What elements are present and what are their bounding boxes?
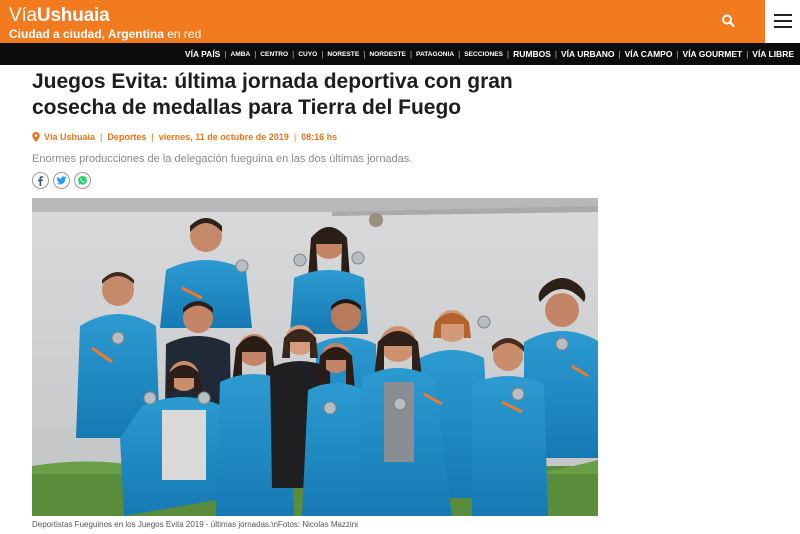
nav-separator: |: [618, 49, 621, 59]
search-button[interactable]: [714, 8, 742, 34]
nav-separator: |: [363, 49, 366, 59]
article-source-link[interactable]: Vía Ushuaia: [44, 132, 95, 142]
nav-separator: |: [224, 49, 227, 59]
nav-item-centro[interactable]: CENTRO: [260, 51, 288, 58]
whatsapp-icon: [78, 175, 87, 185]
site-logo[interactable]: VíaUshuaia Ciudad a ciudad, Argentina en…: [9, 5, 202, 42]
hamburger-menu-icon: [774, 14, 792, 16]
article-time: 08:16 hs: [301, 132, 338, 142]
share-twitter-button[interactable]: [53, 172, 70, 189]
nav-item-v-a-urbano[interactable]: VÍA URBANO: [561, 49, 615, 59]
nav-separator: |: [458, 49, 461, 59]
site-tagline: Ciudad a ciudad, Argentina en red: [9, 27, 202, 41]
nav-item-noreste[interactable]: NORESTE: [327, 51, 359, 58]
facebook-icon: [38, 176, 43, 186]
share-buttons: [32, 172, 91, 189]
nav-separator: |: [507, 49, 510, 59]
main-navigation: VÍA PAÍS | AMBA | CENTRO | CUYO | NORESTE | NORDES…: [0, 43, 800, 65]
menu-button[interactable]: [765, 0, 800, 43]
nav-item-v-a-pa-s[interactable]: VÍA PAÍS: [185, 49, 220, 59]
location-pin-icon: [32, 132, 40, 142]
team-photo-image: [32, 198, 598, 516]
nav-separator: |: [254, 49, 257, 59]
site-header: VíaUshuaia Ciudad a ciudad, Argentina en…: [0, 0, 800, 43]
site-name: VíaUshuaia: [9, 5, 110, 26]
search-icon: [722, 14, 735, 28]
share-facebook-button[interactable]: [32, 172, 49, 189]
nav-separator: |: [554, 49, 557, 59]
nav-item-patagonia[interactable]: PATAGONIA: [416, 51, 454, 58]
nav-item-v-a-gourmet[interactable]: VÍA GOURMET: [683, 49, 743, 59]
article-meta: Vía Ushuaia | Deportes | viernes, 11 de …: [32, 132, 337, 142]
twitter-icon: [56, 176, 67, 185]
nav-item-v-a-libre[interactable]: VÍA LIBRE: [752, 49, 794, 59]
article-date: viernes, 11 de octubre de 2019: [158, 132, 289, 142]
article-section-link[interactable]: Deportes: [107, 132, 146, 142]
nav-list: VÍA PAÍS | AMBA | CENTRO | CUYO | NORESTE | NORDES…: [185, 43, 794, 65]
nav-separator: |: [321, 49, 324, 59]
nav-item-cuyo[interactable]: CUYO: [298, 51, 317, 58]
nav-item-amba[interactable]: AMBA: [230, 51, 250, 58]
photo-caption: Deportistas Fueguinos en los Juegos Evit…: [32, 520, 358, 529]
nav-item-v-a-campo[interactable]: VÍA CAMPO: [625, 49, 673, 59]
share-whatsapp-button[interactable]: [74, 172, 91, 189]
nav-separator: |: [746, 49, 749, 59]
nav-item-rumbos[interactable]: RUMBOS: [513, 49, 551, 59]
article-headline: Juegos Evita: última jornada deportiva c…: [32, 70, 513, 119]
nav-separator: |: [409, 49, 413, 59]
nav-separator: |: [676, 49, 679, 59]
article-subtitle: Enormes producciones de la delegación fu…: [32, 153, 413, 165]
nav-item-nordeste[interactable]: NORDESTE: [369, 51, 406, 58]
nav-separator: |: [292, 49, 295, 59]
nav-item-secciones[interactable]: SECCIONES: [464, 51, 503, 58]
article-photo: [32, 198, 598, 516]
